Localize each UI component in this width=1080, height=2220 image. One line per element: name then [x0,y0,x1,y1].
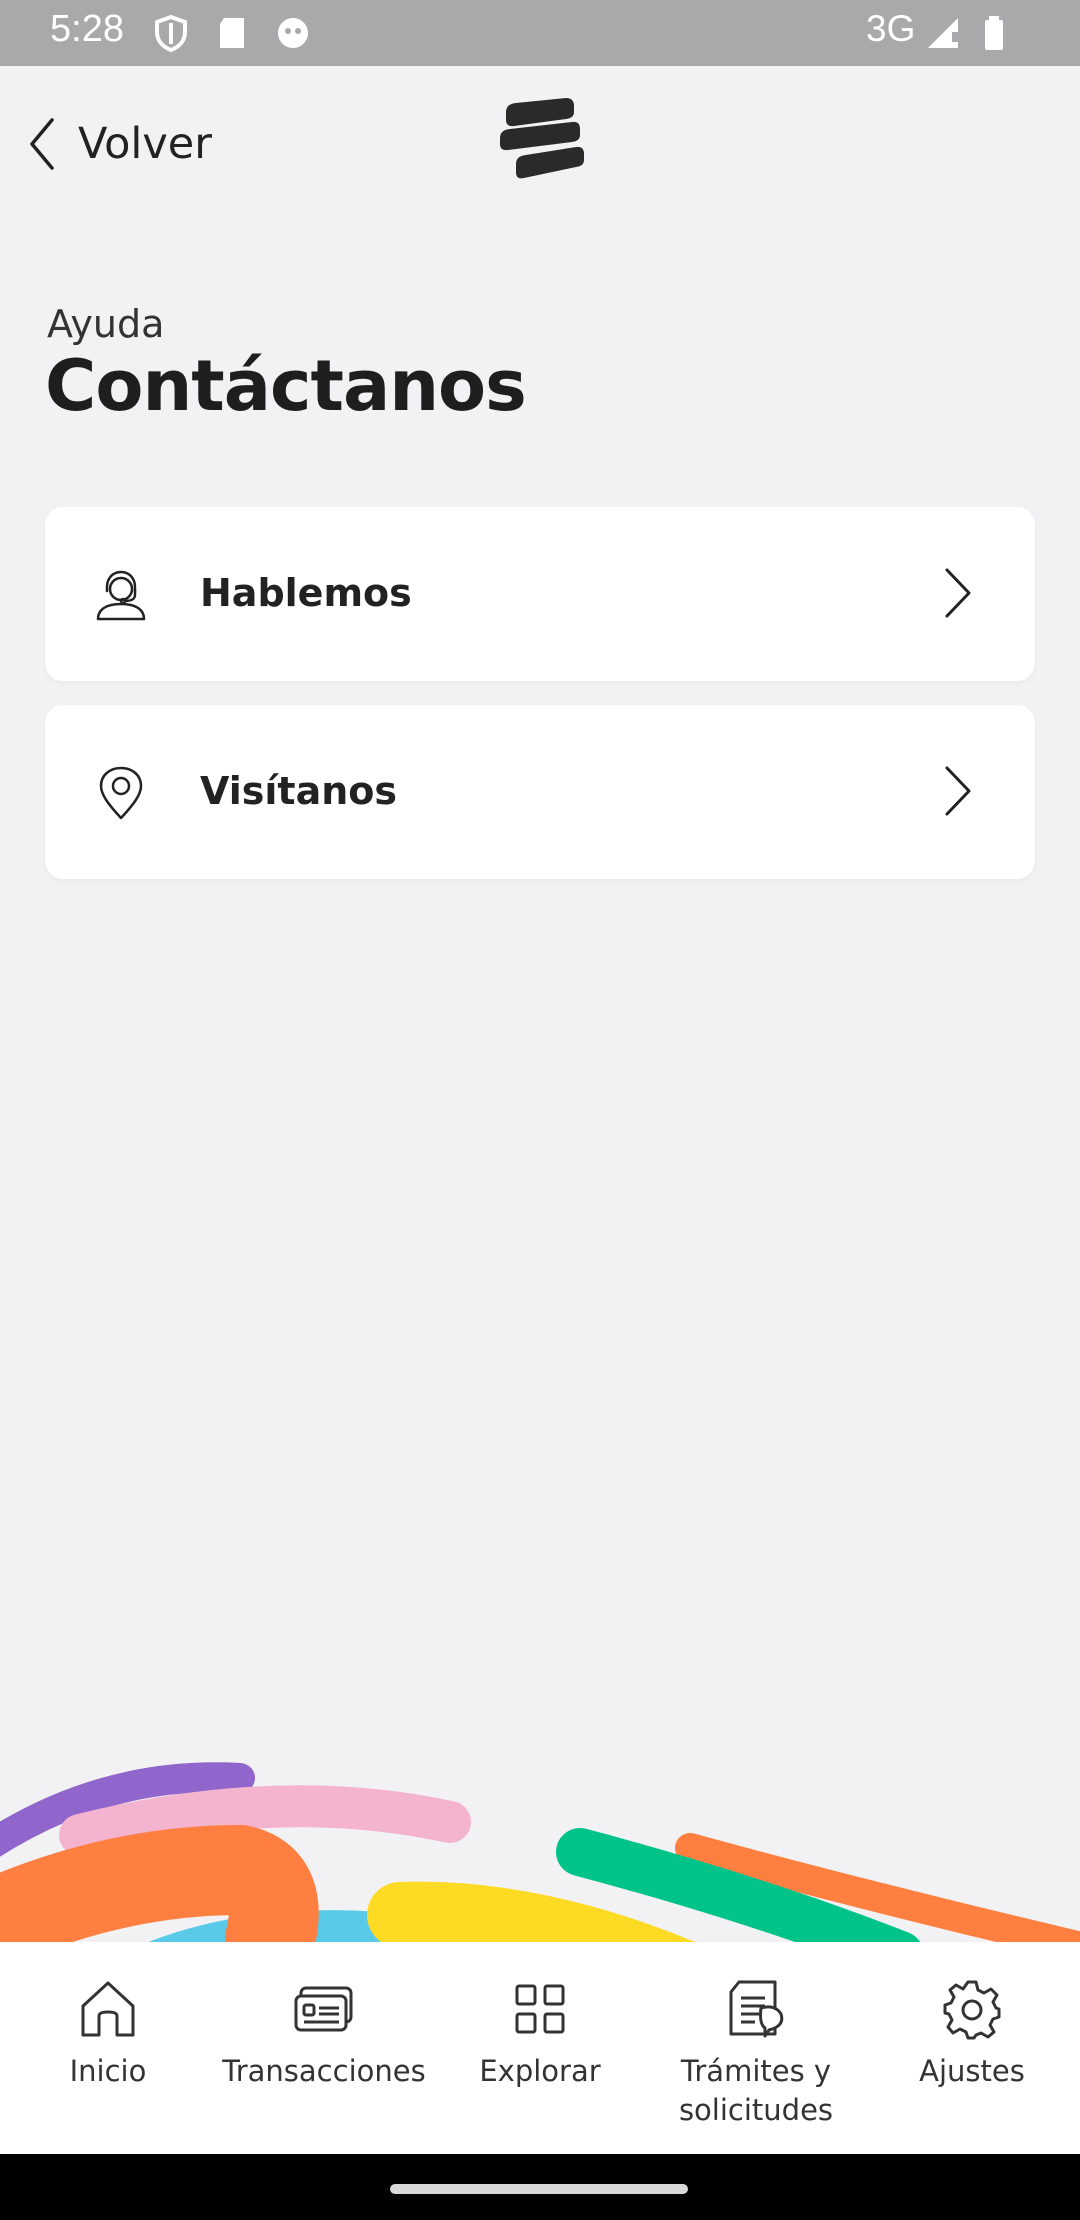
assistant-icon [278,18,308,48]
option-label: Hablemos [200,571,412,615]
option-hablemos[interactable]: Hablemos [45,507,1035,681]
nav-item-ajustes[interactable]: Ajustes [864,1942,1080,2154]
document-icon [729,1980,784,2038]
page-title: Contáctanos [45,345,527,427]
nav-item-tramites[interactable]: Trámites y solicitudes [648,1942,864,2154]
chevron-right-icon [945,568,971,618]
breadcrumb: Ayuda [47,302,165,346]
headset-agent-icon [96,570,146,621]
brand-logo [500,98,584,179]
bottom-navigation: Inicio Transacciones Explorar Trámites y… [0,1942,1080,2154]
signal-icon [928,18,958,48]
nav-label: Explorar [479,2054,601,2088]
nav-item-transacciones[interactable]: Transacciones [216,1942,432,2154]
nav-label: Trámites y solicitudes [678,2054,834,2127]
card-transactions-icon [294,1986,353,2032]
nav-label: Ajustes [919,2054,1025,2088]
chevron-left-icon [30,118,54,170]
back-button[interactable]: Volver [26,112,212,176]
grid-icon [515,1984,565,2034]
status-time: 5:28 [50,8,124,50]
system-navigation-bar [0,2154,1080,2220]
back-label: Volver [78,119,212,169]
option-visitanos[interactable]: Visítanos [45,705,1035,879]
option-label: Visítanos [200,769,397,813]
battery-icon [985,16,1003,50]
network-type: 3G [866,8,916,49]
nav-label: Inicio [69,2054,147,2088]
nav-label: Transacciones [222,2054,426,2088]
status-bar: 5:28 3G [0,0,1080,66]
chevron-right-icon [945,766,971,816]
shield-icon [155,14,187,52]
location-pin-icon [99,766,143,820]
nav-item-inicio[interactable]: Inicio [0,1942,216,2154]
sd-card-icon [220,18,244,48]
home-icon [81,1981,135,2037]
decorative-waves [0,1762,1080,1942]
gear-icon [943,1980,1001,2040]
nav-item-explorar[interactable]: Explorar [432,1942,648,2154]
home-gesture-handle[interactable] [390,2184,688,2194]
